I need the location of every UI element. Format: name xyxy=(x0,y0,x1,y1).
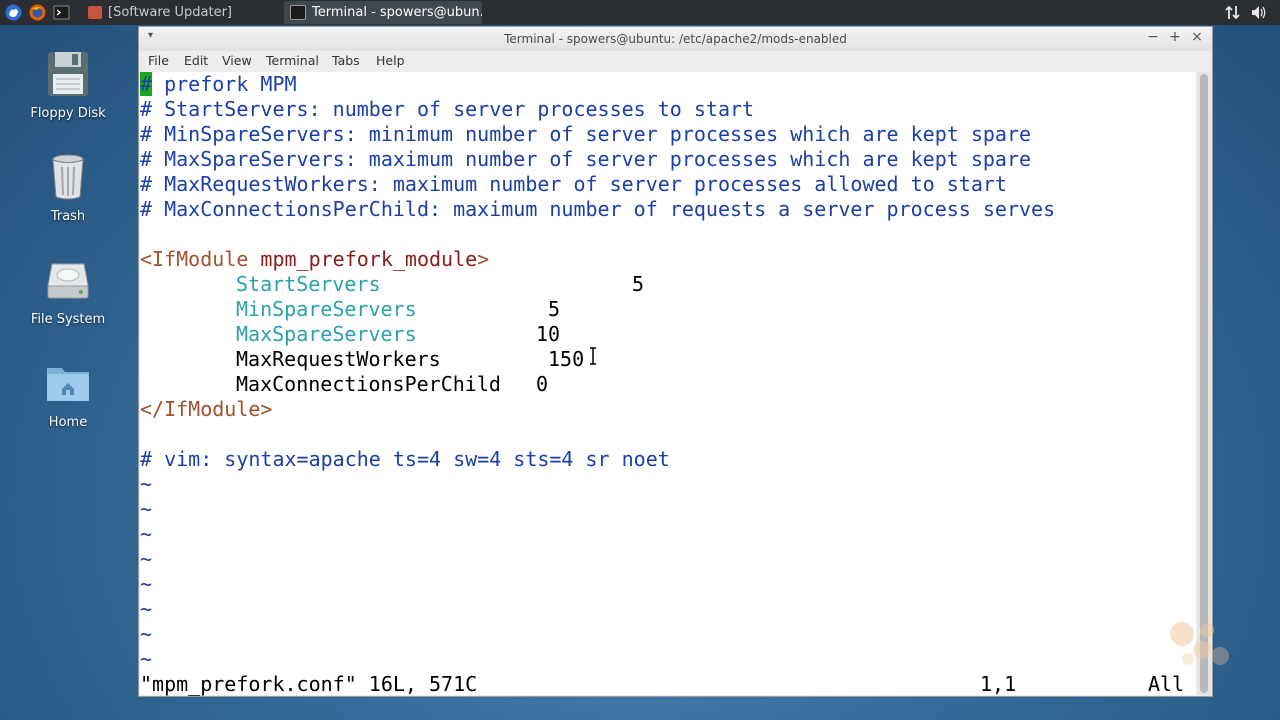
firefox-icon[interactable] xyxy=(29,4,46,21)
empty-line-tilde: ~ xyxy=(140,647,153,671)
desktop-icon-trash[interactable]: Trash xyxy=(13,153,123,224)
floppy-disk-icon xyxy=(44,50,92,98)
modeline: # vim: syntax=apache ts=4 sw=4 sts=4 sr … xyxy=(140,447,670,471)
vertical-scrollbar[interactable] xyxy=(1197,72,1211,695)
maximize-icon[interactable]: + xyxy=(1166,29,1184,45)
terminal-icon xyxy=(290,5,306,20)
status-file-info: "mpm_prefork.conf" 16L, 571C xyxy=(140,672,478,696)
volume-icon[interactable] xyxy=(1251,4,1268,21)
editor-line: # MaxSpareServers: maximum number of ser… xyxy=(140,147,1032,171)
menu-tabs[interactable]: Tabs xyxy=(332,53,360,68)
directive-value: 5 xyxy=(632,272,645,296)
top-panel: [Software Updater] Terminal - spowers@ub… xyxy=(0,0,1280,25)
desktop-icon-label: Trash xyxy=(50,209,86,224)
taskbar-terminal[interactable]: Terminal - spowers@ubun... xyxy=(284,1,482,24)
network-icon[interactable] xyxy=(1224,4,1241,21)
editor-line: # prefork MPM xyxy=(140,72,297,97)
terminal-window: ▾ Terminal - spowers@ubuntu: /etc/apache… xyxy=(138,26,1213,697)
directive-key: MinSpareServers xyxy=(236,297,417,321)
directive-key: MaxRequestWorkers xyxy=(236,347,441,371)
minimize-icon[interactable]: − xyxy=(1144,29,1162,45)
directive-key: MaxSpareServers xyxy=(236,322,417,346)
tag-open: <IfModule xyxy=(140,247,249,271)
directive-value: 10 xyxy=(536,322,561,346)
terminal-launcher-icon[interactable] xyxy=(53,4,70,21)
directive-value: 150 xyxy=(548,347,585,371)
empty-line-tilde: ~ xyxy=(140,597,153,621)
window-title: Terminal - spowers@ubuntu: /etc/apache2/… xyxy=(504,32,847,46)
module-name: mpm_prefork_module xyxy=(260,247,478,271)
directive-value: 5 xyxy=(548,297,561,321)
status-cursor-position: 1,1 xyxy=(980,672,1017,696)
desktop-icon-floppy[interactable]: Floppy Disk xyxy=(13,50,123,121)
directive-key: MaxConnectionsPerChild xyxy=(236,372,501,396)
close-icon[interactable]: × xyxy=(1188,29,1206,45)
whisker-menu-icon[interactable] xyxy=(5,4,22,21)
empty-line-tilde: ~ xyxy=(140,472,153,496)
text-cursor: # xyxy=(140,72,153,96)
software-updater-icon xyxy=(88,6,102,19)
empty-line-tilde: ~ xyxy=(140,622,153,646)
directive-key: StartServers xyxy=(236,272,381,296)
desktop-icon-filesystem[interactable]: File System xyxy=(13,256,123,327)
menu-edit[interactable]: Edit xyxy=(184,53,208,68)
tag-bracket: > xyxy=(477,247,490,271)
scrollbar-thumb[interactable] xyxy=(1200,74,1208,693)
menu-view[interactable]: View xyxy=(222,53,252,68)
status-scroll-position: All xyxy=(1148,672,1185,696)
empty-line-tilde: ~ xyxy=(140,572,153,596)
mouse-ibeam-icon xyxy=(590,347,596,365)
empty-line-tilde: ~ xyxy=(140,522,153,546)
taskbar-software-updater[interactable]: [Software Updater] xyxy=(82,1,278,24)
directive-value: 0 xyxy=(536,372,549,396)
trash-icon xyxy=(44,153,92,201)
watermark-logo-icon xyxy=(1170,622,1229,665)
editor-line: # MaxConnectionsPerChild: maximum number… xyxy=(140,197,1056,221)
taskbar-label: Terminal - spowers@ubun... xyxy=(312,5,482,20)
menu-bar: File Edit View Terminal Tabs Help xyxy=(139,51,1212,72)
menu-help[interactable]: Help xyxy=(376,53,405,68)
taskbar-label: [Software Updater] xyxy=(108,5,233,20)
desktop-icon-home[interactable]: Home xyxy=(13,359,123,430)
desktop-icon-label: Home xyxy=(48,415,88,430)
desktop-icon-label: Floppy Disk xyxy=(30,106,106,121)
empty-line-tilde: ~ xyxy=(140,547,153,571)
ifmodule-close-line: </IfModule> xyxy=(140,397,273,421)
menu-terminal[interactable]: Terminal xyxy=(266,53,319,68)
menu-file[interactable]: File xyxy=(148,53,169,68)
home-folder-icon xyxy=(44,359,92,407)
editor-line: # MinSpareServers: minimum number of ser… xyxy=(140,122,1032,146)
ifmodule-open-line: <IfModule mpm_prefork_module> xyxy=(140,247,489,272)
line-text: prefork MPM xyxy=(152,72,297,96)
terminal-text-area[interactable]: # prefork MPM # StartServers: number of … xyxy=(140,72,1196,696)
editor-line: # StartServers: number of server process… xyxy=(140,97,755,121)
empty-line-tilde: ~ xyxy=(140,497,153,521)
editor-line: # MaxRequestWorkers: maximum number of s… xyxy=(140,172,1007,196)
hard-drive-icon xyxy=(44,256,92,304)
desktop-icon-label: File System xyxy=(30,312,106,327)
window-titlebar[interactable]: ▾ Terminal - spowers@ubuntu: /etc/apache… xyxy=(139,27,1212,51)
